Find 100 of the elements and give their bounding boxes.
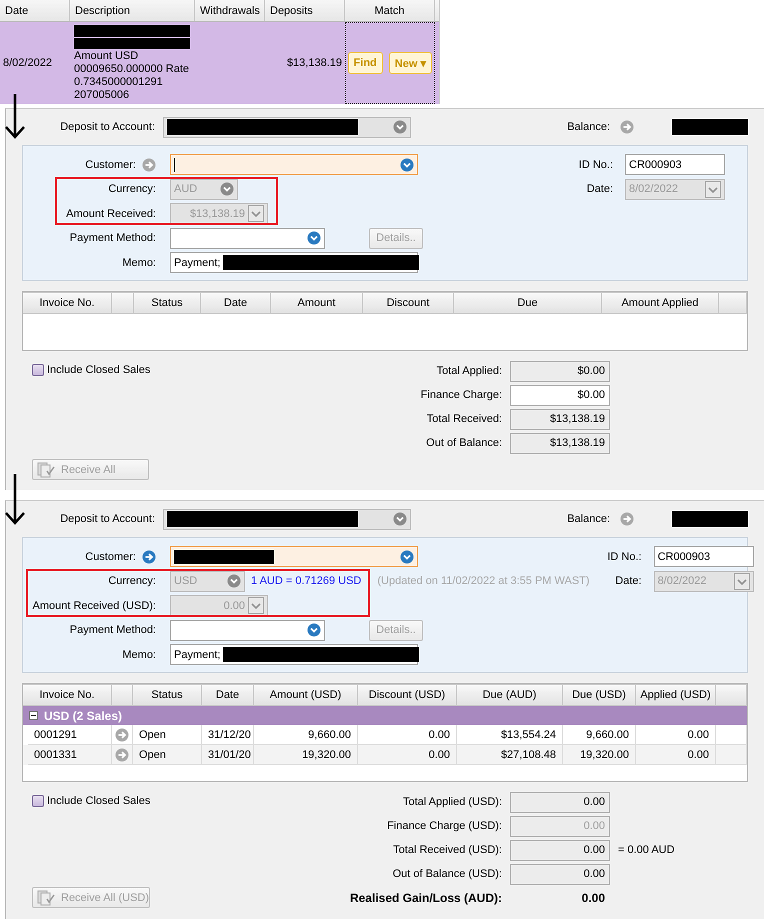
total-label: Out of Balance (USD): — [392, 868, 502, 880]
down-arrow — [4, 94, 26, 140]
column-header[interactable]: Withdrawals — [195, 0, 265, 21]
dropdown-icon[interactable] — [400, 550, 414, 564]
gain-loss-value: 0.00 — [580, 890, 606, 907]
table-cell: 0.00 — [358, 745, 457, 765]
field-label: Amount Received (USD): — [32, 600, 156, 612]
column-header[interactable]: Invoice No. — [23, 684, 112, 706]
column-header[interactable]: Due (USD) — [563, 684, 636, 706]
documents-icon — [37, 462, 55, 478]
total-field: 0.00 — [510, 816, 610, 836]
description-line: 00009650.000000 Rate — [74, 63, 190, 75]
total-label: Finance Charge (USD): — [387, 820, 502, 832]
gain-loss-label: Realised Gain/Loss (AUD): — [350, 891, 502, 905]
column-header[interactable]: Status — [133, 684, 202, 706]
text-cursor — [174, 158, 175, 172]
arrow-icon[interactable] — [142, 158, 156, 172]
down-arrow — [4, 474, 26, 526]
column-header[interactable]: Match — [345, 0, 435, 21]
field-label: Customer: — [85, 550, 136, 562]
group-label: USD (2 Sales) — [44, 708, 122, 722]
column-header[interactable]: Amount — [271, 292, 363, 314]
column-header[interactable]: Amount Applied — [602, 292, 719, 314]
dropdown-icon[interactable] — [307, 623, 321, 637]
checkbox-label: Include Closed Sales — [47, 795, 150, 807]
total-field: 0.00 — [510, 792, 610, 812]
total-label: Total Applied (USD): — [402, 796, 502, 808]
field-label: Balance: — [567, 121, 610, 133]
arrow-icon[interactable] — [620, 512, 634, 526]
total-field: 0.00 — [510, 840, 610, 860]
column-header[interactable]: Due — [454, 292, 602, 314]
column-header[interactable]: Date — [0, 0, 70, 21]
total-field: 0.00 — [510, 864, 610, 884]
field-label: Deposit to Account: — [60, 121, 155, 133]
dropdown-icon[interactable] — [400, 158, 414, 172]
total-label: Total Received (USD): — [393, 844, 502, 856]
total-field[interactable]: $0.00 — [510, 384, 610, 406]
column-header[interactable]: Discount (USD) — [358, 684, 457, 706]
checkbox[interactable] — [32, 795, 44, 807]
total-label: Total Applied: — [436, 365, 502, 377]
total-field: $13,138.19 — [510, 408, 610, 430]
table-cell: $13,138.19 — [286, 57, 342, 69]
table-cell: 19,320.00 — [254, 745, 358, 765]
customer-field[interactable] — [170, 154, 418, 175]
column-header[interactable]: Due (AUD) — [457, 684, 563, 706]
field-label: Date: — [586, 183, 613, 195]
arrow-icon[interactable] — [115, 728, 129, 742]
customer-field[interactable] — [170, 546, 418, 567]
checkbox[interactable] — [32, 364, 44, 376]
account-field[interactable] — [163, 508, 411, 530]
documents-icon — [37, 890, 55, 906]
total-label: Out of Balance: — [426, 437, 502, 449]
id-field[interactable]: CR000903 — [625, 154, 725, 175]
account-field[interactable] — [163, 116, 411, 138]
field-label: Payment Method: — [70, 624, 156, 636]
column-header[interactable]: Description — [70, 0, 195, 21]
arrow-icon[interactable] — [115, 748, 129, 762]
empty-column-header — [112, 684, 133, 706]
description-line: Amount USD — [74, 50, 140, 62]
field-label: Customer: — [85, 158, 136, 170]
payment-method-field[interactable] — [170, 228, 325, 248]
total-label: Total Received: — [426, 413, 502, 425]
column-header[interactable]: Amount (USD) — [254, 684, 358, 706]
memo-field[interactable]: Payment; — [170, 644, 418, 665]
column-header[interactable]: Date — [202, 684, 254, 706]
table-cell: 8/02/2022 — [3, 57, 52, 69]
column-header[interactable]: Invoice No. — [23, 292, 112, 314]
collapse-icon[interactable] — [29, 711, 38, 720]
column-header[interactable]: Status — [134, 292, 201, 314]
description-line: 0.7345000001291 — [74, 76, 164, 88]
field-label: Payment Method: — [70, 232, 156, 244]
field-label: Currency: — [108, 183, 156, 195]
field-label: Memo: — [122, 648, 156, 660]
column-header[interactable]: Discount — [363, 292, 454, 314]
total-field: $13,138.19 — [510, 432, 610, 454]
memo-field[interactable]: Payment; — [170, 252, 418, 273]
arrow-icon[interactable] — [620, 120, 634, 134]
table-cell: $27,108.48 — [457, 745, 563, 765]
field-label: Date: — [615, 575, 642, 587]
dropdown-icon[interactable] — [307, 231, 321, 245]
arrow-icon[interactable] — [142, 550, 156, 564]
description-line: 207005006 — [74, 89, 130, 101]
id-field[interactable]: CR000903 — [654, 546, 754, 567]
dropdown-icon[interactable] — [393, 120, 407, 134]
exchange-rate: 1 AUD = 0.71269 USD — [251, 575, 362, 587]
dropdown-icon[interactable] — [393, 512, 407, 526]
column-header[interactable]: Deposits — [265, 0, 345, 21]
column-header[interactable]: Date — [201, 292, 271, 314]
field-label: Currency: — [108, 575, 156, 587]
total-label: Finance Charge: — [420, 389, 502, 401]
table-cell: 0.00 — [636, 745, 716, 765]
field-label: ID No.: — [578, 158, 613, 170]
table-cell: 0001331 — [28, 745, 112, 765]
field-label: Balance: — [567, 513, 610, 525]
payment-method-field[interactable] — [170, 620, 325, 640]
converted-total: = 0.00 AUD — [618, 844, 675, 856]
total-field: $0.00 — [510, 360, 610, 382]
field-label: Amount Received: — [66, 208, 156, 220]
column-header[interactable]: Applied (USD) — [636, 684, 716, 706]
field-label: Memo: — [122, 256, 156, 268]
